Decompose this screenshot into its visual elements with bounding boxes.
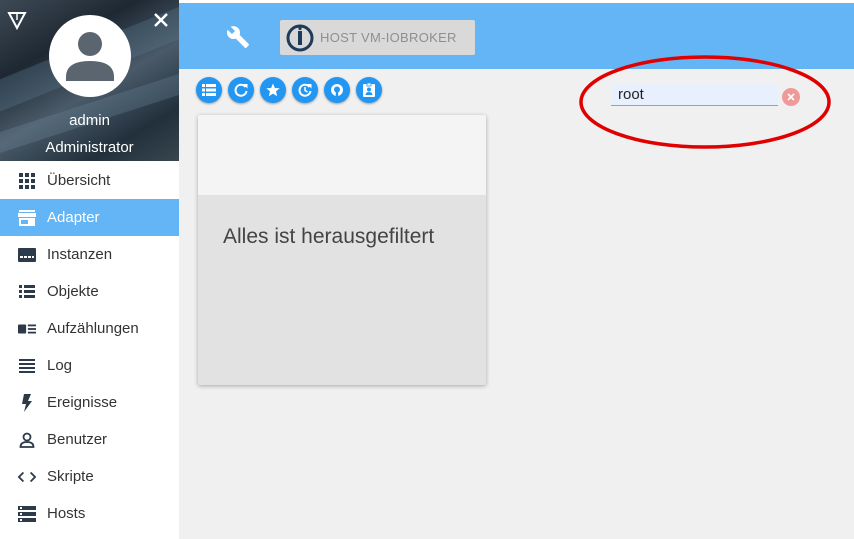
sidebar-item-label: Ereignisse (47, 394, 118, 411)
sidebar-item-hosts[interactable]: Hosts (0, 495, 179, 532)
app-logo-icon[interactable] (7, 10, 27, 30)
badge-icon (363, 83, 375, 97)
github-icon (331, 84, 343, 96)
adapter-card: Alles ist herausgefiltert (198, 115, 486, 385)
sidebar: admin Administrator Übersicht Adapter In… (0, 0, 179, 539)
github-button[interactable] (324, 77, 350, 103)
search-input[interactable] (611, 84, 778, 106)
flash-icon (18, 394, 36, 412)
sidebar-item-ereignisse[interactable]: Ereignisse (0, 384, 179, 421)
app-header: HOST VM-IOBROKER (179, 3, 854, 69)
person-icon (18, 431, 36, 449)
sidebar-item-label: Benutzer (47, 431, 108, 448)
user-role: Administrator (45, 139, 134, 156)
instances-icon (18, 246, 36, 264)
profile-header: admin Administrator (0, 0, 179, 161)
wrench-icon[interactable] (226, 25, 250, 49)
sidebar-item-label: Aufzählungen (47, 320, 139, 337)
close-icon (787, 93, 795, 101)
sidebar-item-log[interactable]: Log (0, 347, 179, 384)
sidebar-item-label: Übersicht (47, 172, 111, 189)
log-lines-icon (18, 357, 36, 375)
store-icon (18, 209, 36, 227)
sidebar-item-label: Adapter (47, 209, 100, 226)
sidebar-item-label: Log (47, 357, 73, 374)
sidebar-item-objekte[interactable]: Objekte (0, 273, 179, 310)
code-icon (18, 468, 36, 486)
star-icon (266, 83, 280, 97)
custom-install-button[interactable] (356, 77, 382, 103)
enum-icon (18, 320, 36, 338)
sidebar-item-benutzer[interactable]: Benutzer (0, 421, 179, 458)
account-icon (66, 32, 114, 81)
filtered-message: Alles ist herausgefiltert (223, 225, 435, 248)
sidebar-item-aufzaehlungen[interactable]: Aufzählungen (0, 310, 179, 347)
sidebar-item-instanzen[interactable]: Instanzen (0, 236, 179, 273)
sidebar-item-adapter[interactable]: Adapter (0, 199, 179, 236)
sidebar-item-label: Hosts (47, 505, 86, 522)
apps-grid-icon (18, 172, 36, 190)
sidebar-item-uebersicht[interactable]: Übersicht (0, 162, 179, 199)
close-icon[interactable] (152, 11, 170, 29)
host-label: HOST VM-IOBROKER (320, 30, 457, 45)
list-view-button[interactable] (196, 77, 222, 103)
update-icon (298, 83, 312, 97)
clear-search-button[interactable] (782, 88, 800, 106)
iobroker-logo-icon (286, 24, 314, 52)
sidebar-item-label: Skripte (47, 468, 94, 485)
list-view-icon (202, 84, 216, 96)
list-icon (18, 283, 36, 301)
avatar[interactable] (49, 15, 131, 97)
sidebar-item-skripte[interactable]: Skripte (0, 458, 179, 495)
sidebar-item-label: Instanzen (47, 246, 113, 263)
refresh-icon (234, 83, 248, 97)
refresh-button[interactable] (228, 77, 254, 103)
nav-menu: Übersicht Adapter Instanzen Objekte Aufz… (0, 162, 179, 532)
card-header (198, 115, 486, 195)
sidebar-item-label: Objekte (47, 283, 99, 300)
server-icon (18, 505, 36, 523)
host-selector-button[interactable]: HOST VM-IOBROKER (280, 20, 475, 55)
user-name: admin (69, 112, 110, 129)
favorites-button[interactable] (260, 77, 286, 103)
check-updates-button[interactable] (292, 77, 318, 103)
